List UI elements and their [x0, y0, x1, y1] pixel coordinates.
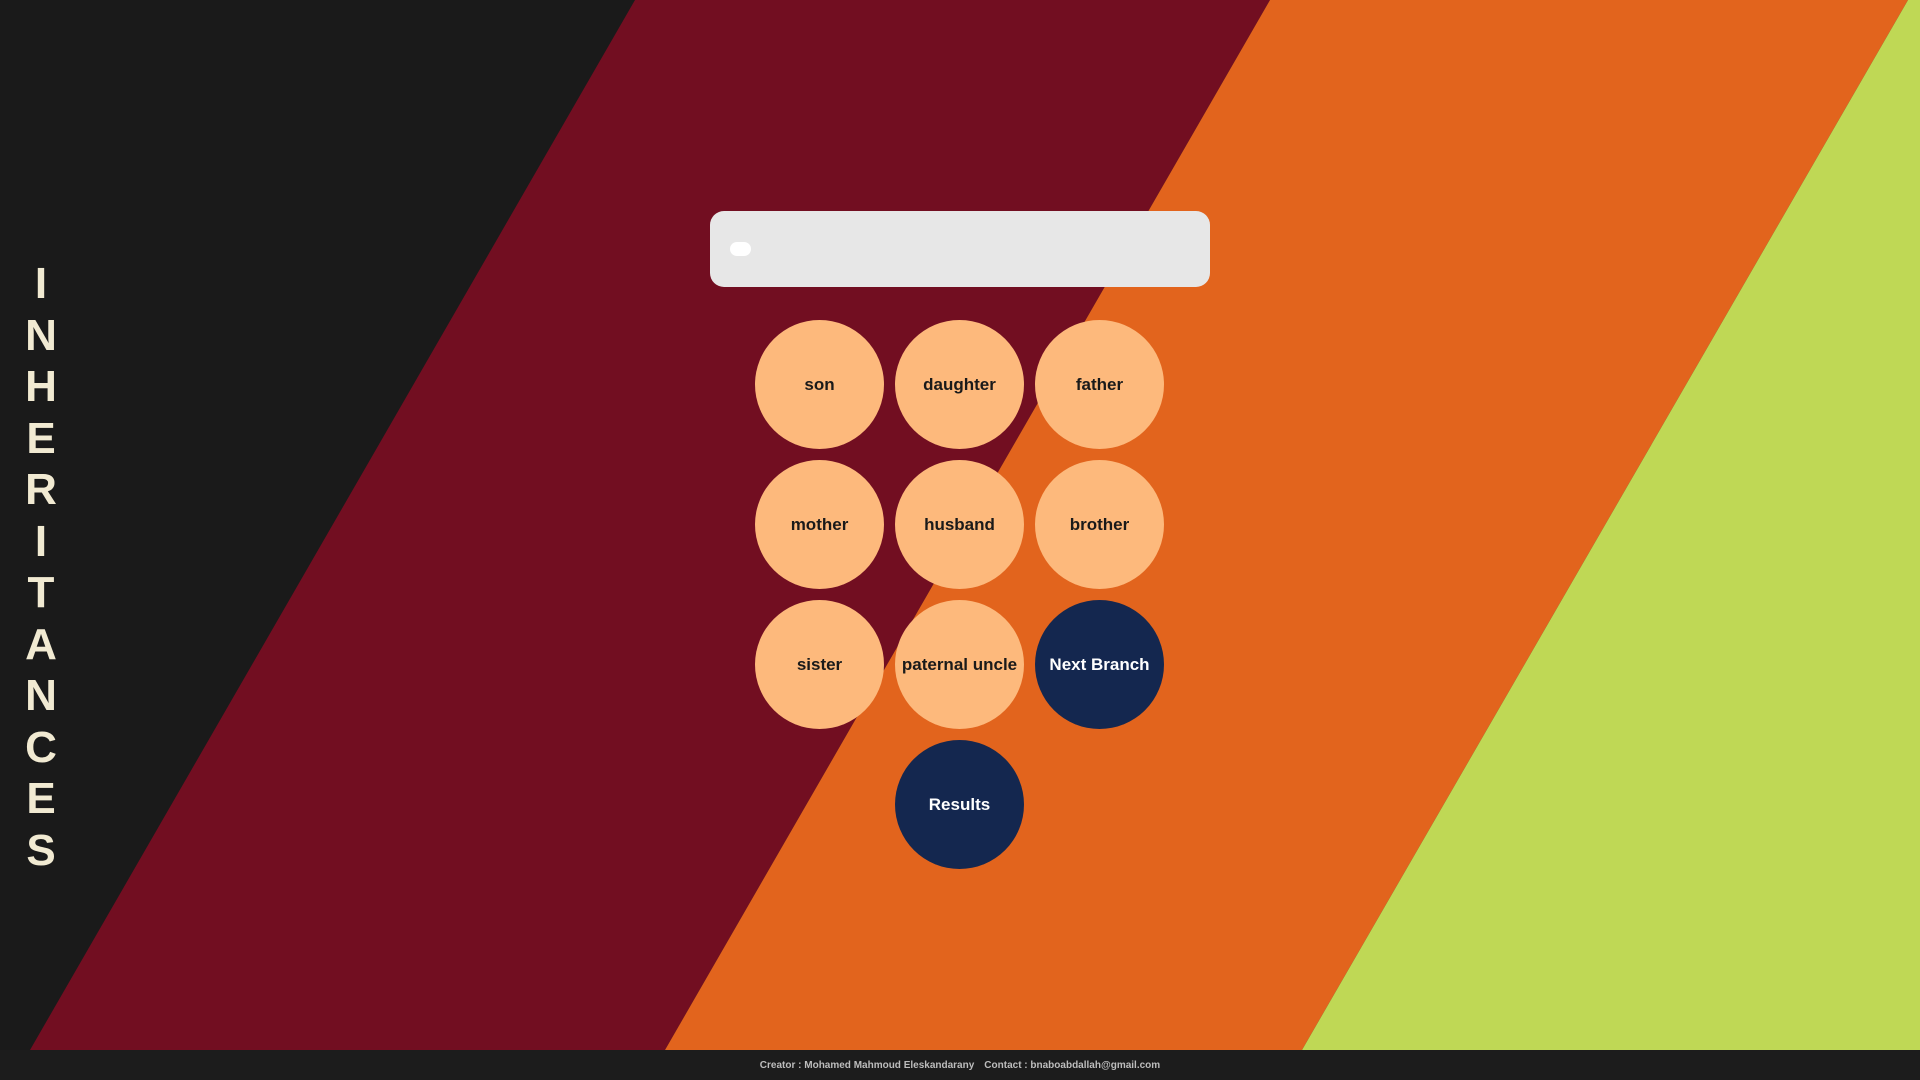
heir-button-brother[interactable]: brother: [1035, 460, 1164, 589]
heir-button-paternal-uncle[interactable]: paternal uncle: [895, 600, 1024, 729]
title-letter: I: [34, 516, 48, 566]
title-letter: N: [25, 310, 57, 360]
heir-input-panel[interactable]: [710, 211, 1210, 287]
page-background: I N H E R I T A N C E S son daughter fat…: [0, 0, 1920, 1050]
title-letter: H: [25, 362, 57, 411]
next-branch-button[interactable]: Next Branch: [1035, 600, 1164, 729]
title-letter: S: [26, 825, 56, 875]
title-letter: I: [34, 259, 48, 308]
results-button[interactable]: Results: [895, 740, 1024, 869]
input-cursor-pill: [730, 242, 751, 256]
footer-contact: Contact : bnaboabdallah@gmail.com: [984, 1059, 1161, 1071]
title-letter: E: [26, 413, 56, 463]
title-letter: R: [25, 465, 57, 514]
title-letter: C: [25, 722, 57, 772]
footer: Creator : Mohamed Mahmoud Eleskandarany …: [0, 1050, 1920, 1080]
heir-button-father[interactable]: father: [1035, 320, 1164, 449]
heir-button-son[interactable]: son: [755, 320, 884, 449]
title-letter: E: [26, 774, 56, 823]
title-letter: T: [27, 568, 55, 617]
app-title-vertical: I N H E R I T A N C E S: [20, 258, 62, 876]
heir-button-mother[interactable]: mother: [755, 460, 884, 589]
footer-creator: Creator : Mohamed Mahmoud Eleskandarany: [759, 1059, 975, 1071]
heir-button-husband[interactable]: husband: [895, 460, 1024, 589]
title-letter: N: [25, 671, 57, 720]
title-letter: A: [25, 619, 57, 669]
heir-button-sister[interactable]: sister: [755, 600, 884, 729]
heir-button-daughter[interactable]: daughter: [895, 320, 1024, 449]
